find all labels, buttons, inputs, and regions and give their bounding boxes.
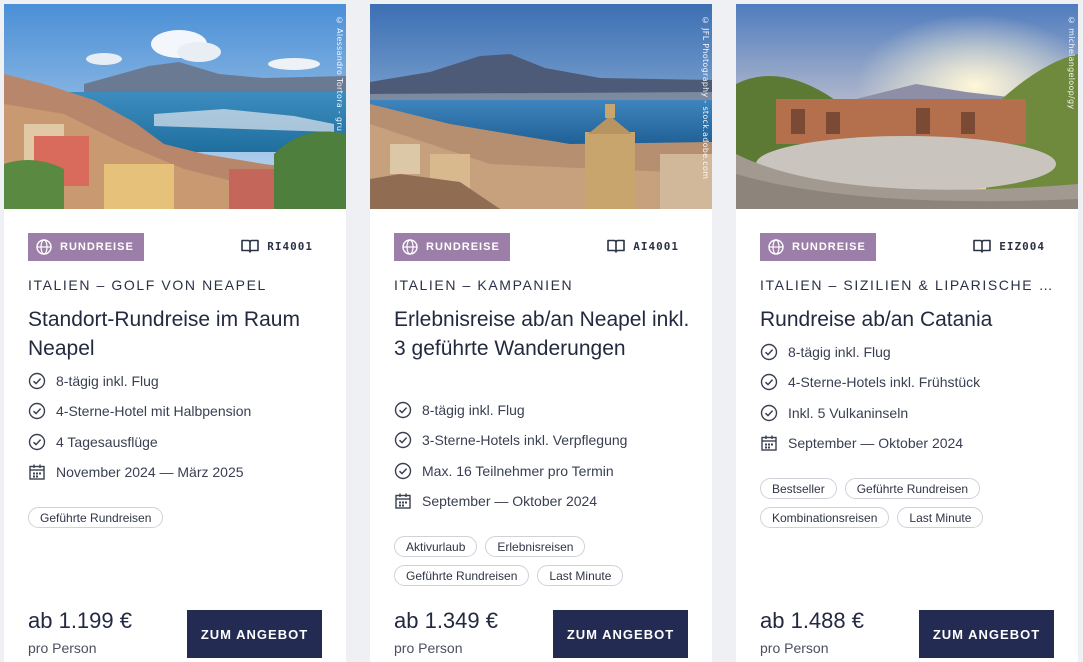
- feature-item: Max. 16 Teilnehmer pro Termin: [394, 456, 627, 486]
- feature-text: 4-Sterne-Hotel mit Halbpension: [56, 403, 252, 420]
- feature-text: 8-tägig inkl. Flug: [788, 344, 891, 361]
- feature-text: November 2024 — März 2025: [56, 464, 244, 481]
- tour-code: EIZ004: [973, 239, 1045, 253]
- catalog-book-icon: [241, 239, 260, 253]
- check-circle-icon: [28, 403, 46, 420]
- check-circle-icon: [760, 343, 778, 361]
- view-offer-button[interactable]: ZUM ANGEBOT: [187, 610, 322, 658]
- feature-item: November 2024 — März 2025: [28, 457, 251, 487]
- tour-region: ITALIEN – SIZILIEN & LIPARISCHE INSELN: [760, 277, 1056, 293]
- feature-item: September — Oktober 2024: [760, 428, 980, 458]
- badge-label: RUNDREISE: [792, 241, 866, 253]
- tour-type-badge: RUNDREISE: [394, 233, 510, 261]
- feature-item: 8-tägig inkl. Flug: [28, 366, 251, 396]
- feature-text: September — Oktober 2024: [422, 493, 598, 510]
- check-circle-icon: [760, 374, 778, 391]
- tag-chip[interactable]: Kombinationsreisen: [760, 507, 890, 528]
- price: ab 1.199 €: [28, 608, 132, 633]
- feature-text: September — Oktober 2024: [788, 435, 964, 452]
- tour-code: AI4001: [607, 239, 679, 253]
- feature-text: 3-Sterne-Hotels inkl. Verpflegung: [422, 432, 628, 449]
- feature-text: 4-Sterne-Hotels inkl. Frühstück: [788, 374, 981, 391]
- feature-text: 8-tägig inkl. Flug: [56, 373, 159, 390]
- price-unit: pro Person: [394, 640, 463, 656]
- tour-code: RI4001: [241, 239, 313, 253]
- photo-credit: © Alessandro Tortora - gru: [335, 16, 344, 132]
- tag-chip[interactable]: Aktivurlaub: [394, 536, 478, 557]
- price: ab 1.349 €: [394, 608, 498, 633]
- tour-type-badge: RUNDREISE: [28, 233, 144, 261]
- feature-item: September — Oktober 2024: [394, 486, 627, 516]
- tour-photo[interactable]: © JFL Photography - stock.adobe.com: [370, 4, 712, 209]
- tour-title[interactable]: Standort-Rundreise im Raum Neapel: [28, 305, 328, 363]
- calendar-icon: [29, 464, 45, 480]
- tag-chip[interactable]: Geführte Rundreisen: [844, 478, 981, 499]
- catalog-book-icon: [973, 239, 992, 253]
- feature-text: 8-tägig inkl. Flug: [422, 402, 525, 419]
- tour-code-label: EIZ004: [999, 239, 1045, 253]
- tag-chip[interactable]: Erlebnisreisen: [485, 536, 586, 557]
- naples-vesuvius-photo: [370, 4, 712, 209]
- catalog-book-icon: [607, 239, 626, 253]
- feature-item: 4-Sterne-Hotels inkl. Frühstück: [760, 367, 980, 397]
- view-offer-button[interactable]: ZUM ANGEBOT: [919, 610, 1054, 658]
- tag-chip[interactable]: Geführte Rundreisen: [394, 565, 530, 586]
- price: ab 1.488 €: [760, 608, 864, 633]
- check-circle-icon: [760, 404, 778, 421]
- tag-list: Bestseller Geführte Rundreisen Kombinati…: [760, 478, 1060, 528]
- tag-list: Aktivurlaub Erlebnisreisen Geführte Rund…: [394, 536, 694, 586]
- globe-icon: [402, 239, 418, 255]
- tour-card: © Alessandro Tortora - gru RUNDREISE RI4…: [4, 4, 346, 662]
- feature-text: Inkl. 5 Vulkaninseln: [788, 404, 909, 421]
- feature-text: Max. 16 Teilnehmer pro Termin: [422, 462, 614, 479]
- tour-region: ITALIEN – GOLF VON NEAPEL: [28, 277, 267, 293]
- check-circle-icon: [28, 433, 46, 450]
- check-circle-icon: [28, 372, 46, 390]
- tour-code-label: RI4001: [267, 239, 313, 253]
- tour-card: © JFL Photography - stock.adobe.com RUND…: [370, 4, 712, 662]
- feature-item: 8-tägig inkl. Flug: [394, 395, 627, 425]
- tour-type-badge: RUNDREISE: [760, 233, 876, 261]
- check-circle-icon: [394, 462, 412, 479]
- check-circle-icon: [394, 401, 412, 419]
- view-offer-button[interactable]: ZUM ANGEBOT: [553, 610, 688, 658]
- feature-text: 4 Tagesausflüge: [56, 433, 158, 450]
- feature-item: 4 Tagesausflüge: [28, 427, 251, 457]
- price-unit: pro Person: [28, 640, 97, 656]
- feature-item: 8-tägig inkl. Flug: [760, 337, 980, 367]
- feature-list: 8-tägig inkl. Flug 4-Sterne-Hotel mit Ha…: [28, 366, 251, 487]
- calendar-icon: [761, 435, 777, 451]
- tour-title[interactable]: Erlebnisreise ab/an Neapel inkl. 3 gefüh…: [394, 305, 694, 363]
- badge-label: RUNDREISE: [426, 241, 500, 253]
- tour-photo[interactable]: © michelangeloop/gy: [736, 4, 1078, 209]
- feature-list: 8-tägig inkl. Flug 3-Sterne-Hotels inkl.…: [394, 395, 627, 516]
- tag-chip[interactable]: Geführte Rundreisen: [28, 507, 164, 528]
- feature-list: 8-tägig inkl. Flug 4-Sterne-Hotels inkl.…: [760, 337, 980, 458]
- tour-card: © michelangeloop/gy RUNDREISE EIZ004 ITA…: [736, 4, 1078, 662]
- photo-credit: © JFL Photography - stock.adobe.com: [701, 16, 710, 180]
- tour-region: ITALIEN – KAMPANIEN: [394, 277, 574, 293]
- tag-chip[interactable]: Last Minute: [537, 565, 624, 586]
- tour-photo[interactable]: © Alessandro Tortora - gru: [4, 4, 346, 209]
- feature-item: 4-Sterne-Hotel mit Halbpension: [28, 396, 251, 426]
- feature-item: Inkl. 5 Vulkaninseln: [760, 398, 980, 428]
- check-circle-icon: [394, 432, 412, 449]
- badge-label: RUNDREISE: [60, 241, 134, 253]
- taormina-theatre-photo: [736, 4, 1078, 209]
- feature-item: 3-Sterne-Hotels inkl. Verpflegung: [394, 425, 627, 455]
- tag-list: Geführte Rundreisen: [28, 507, 328, 528]
- naples-bay-photo: [4, 4, 346, 209]
- price-unit: pro Person: [760, 640, 829, 656]
- tag-chip[interactable]: Last Minute: [897, 507, 984, 528]
- tour-code-label: AI4001: [633, 239, 679, 253]
- tag-chip[interactable]: Bestseller: [760, 478, 837, 499]
- globe-icon: [36, 239, 52, 255]
- tour-title[interactable]: Rundreise ab/an Catania: [760, 305, 1060, 334]
- globe-icon: [768, 239, 784, 255]
- calendar-icon: [395, 493, 411, 509]
- photo-credit: © michelangeloop/gy: [1067, 16, 1076, 110]
